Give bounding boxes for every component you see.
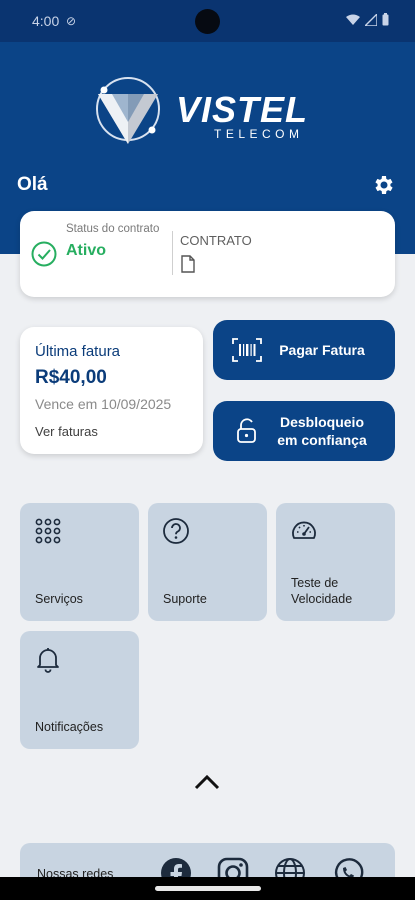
svg-text:VISTEL: VISTEL — [176, 89, 308, 130]
contract-status-value: Ativo — [66, 242, 106, 259]
contract-label: CONTRATO — [180, 233, 252, 248]
greeting-text: Olá — [17, 174, 48, 195]
contract-status-label: Status do contrato — [66, 223, 160, 235]
signal-icon — [365, 13, 377, 26]
invoice-title: Última fatura — [35, 343, 121, 360]
speed-test-tile[interactable]: Teste de Velocidade — [276, 503, 395, 621]
camera-cutout — [195, 9, 220, 34]
help-circle-icon — [163, 518, 189, 544]
status-icons — [346, 13, 389, 26]
chevron-up-icon[interactable] — [193, 772, 221, 792]
support-tile[interactable]: Suporte — [148, 503, 267, 621]
unlock-icon — [237, 418, 256, 443]
trust-unlock-label: Desbloqueio em confiança — [263, 413, 395, 449]
speed-test-line2: Velocidade — [291, 592, 353, 606]
dnd-icon: ⊘ — [66, 14, 77, 28]
trust-unlock-button[interactable]: Desbloqueio em confiança — [213, 401, 395, 461]
card-divider — [172, 231, 173, 275]
services-label: Serviços — [35, 592, 83, 606]
wifi-icon — [346, 14, 360, 25]
grid-dots-icon — [35, 518, 61, 544]
speedometer-icon — [292, 521, 316, 539]
status-bar: 4:00 ⊘ — [0, 0, 415, 42]
contract-status-card[interactable]: Status do contrato Ativo CONTRATO — [20, 211, 395, 297]
invoice-due-date: Vence em 10/09/2025 — [35, 396, 172, 412]
check-circle-icon — [31, 241, 57, 267]
battery-icon — [382, 13, 389, 26]
support-label: Suporte — [163, 592, 207, 606]
speed-test-label: Teste de Velocidade — [291, 575, 352, 607]
gear-icon[interactable] — [371, 173, 395, 197]
status-time: 4:00 — [32, 13, 60, 29]
services-tile[interactable]: Serviços — [20, 503, 139, 621]
invoice-amount: R$40,00 — [35, 367, 107, 388]
pay-invoice-label: Pagar Fatura — [279, 342, 365, 358]
bell-icon — [37, 648, 59, 673]
home-gesture-handle[interactable] — [155, 886, 261, 891]
system-nav-bar — [0, 877, 415, 900]
trust-unlock-line1: Desbloqueio — [279, 414, 364, 430]
document-icon[interactable] — [180, 255, 196, 273]
barcode-icon — [232, 338, 262, 362]
svg-text:TELECOM: TELECOM — [214, 127, 304, 141]
speed-test-line1: Teste de — [291, 576, 339, 590]
vistel-logo: VISTEL TELECOM — [96, 77, 308, 144]
notifications-tile[interactable]: Notificações — [20, 631, 139, 749]
trust-unlock-line2: em confiança — [277, 432, 367, 448]
notifications-label: Notificações — [35, 720, 104, 734]
pay-invoice-button[interactable]: Pagar Fatura — [213, 320, 395, 380]
last-invoice-card[interactable]: Última fatura R$40,00 Vence em 10/09/202… — [20, 327, 203, 454]
view-invoices-link[interactable]: Ver faturas — [35, 424, 98, 439]
